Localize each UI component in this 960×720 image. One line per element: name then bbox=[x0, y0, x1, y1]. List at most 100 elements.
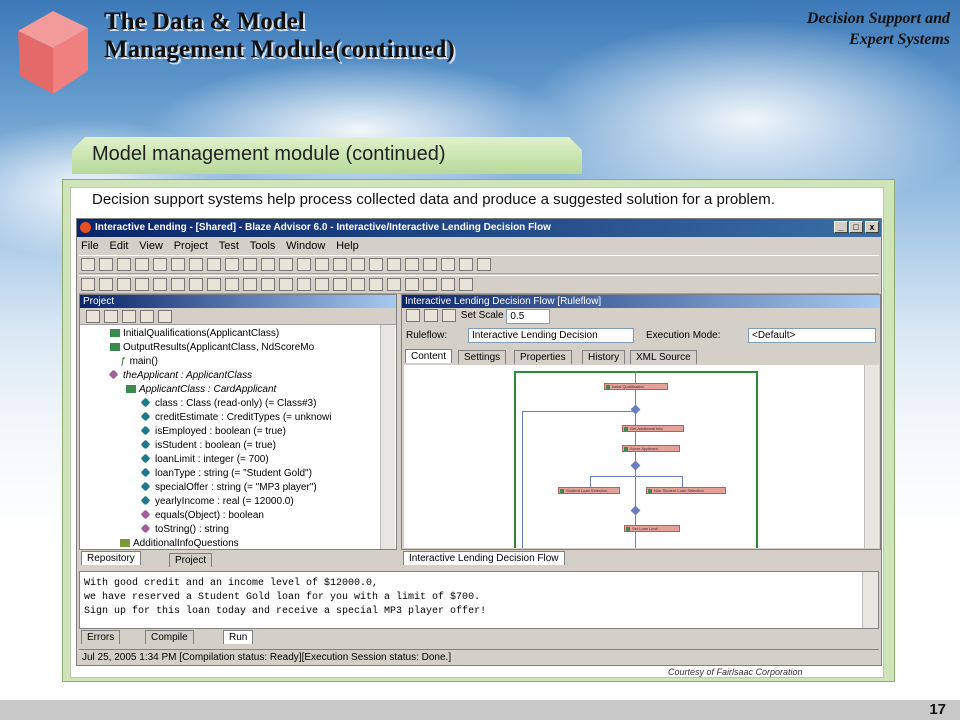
function-icon[interactable] bbox=[387, 258, 401, 271]
flow-canvas[interactable]: Initial Qualification Get Additional Inf… bbox=[404, 365, 864, 548]
flow-node-score-applicant[interactable]: Score Applicant bbox=[622, 445, 680, 452]
arrows-icon[interactable] bbox=[424, 309, 438, 322]
ruleflow-name-input[interactable]: Interactive Lending Decision bbox=[468, 328, 634, 343]
tab-content[interactable]: Content bbox=[405, 349, 453, 363]
view-detail-icon[interactable] bbox=[122, 310, 136, 323]
matrix-icon[interactable] bbox=[369, 258, 383, 271]
enum-icon[interactable] bbox=[441, 258, 455, 271]
report-icon[interactable] bbox=[351, 278, 365, 291]
class-icon[interactable] bbox=[405, 258, 419, 271]
scale-input[interactable]: 0.5 bbox=[506, 309, 551, 324]
options-icon[interactable] bbox=[459, 278, 473, 291]
graph-icon[interactable] bbox=[225, 278, 239, 291]
tab-xml-source[interactable]: XML Source bbox=[630, 350, 697, 364]
forward-icon[interactable] bbox=[477, 258, 491, 271]
view-icon[interactable] bbox=[189, 278, 203, 291]
tree-item[interactable]: theApplicant : ApplicantClass bbox=[108, 369, 252, 382]
pause-icon[interactable] bbox=[117, 278, 131, 291]
menu-help[interactable]: Help bbox=[332, 238, 363, 252]
link-icon[interactable] bbox=[279, 278, 293, 291]
paste-icon[interactable] bbox=[207, 258, 221, 271]
step-icon[interactable] bbox=[153, 278, 167, 291]
run-icon[interactable] bbox=[99, 278, 113, 291]
open-icon[interactable] bbox=[99, 258, 113, 271]
chart-icon[interactable] bbox=[333, 278, 347, 291]
menu-tools[interactable]: Tools bbox=[246, 238, 280, 252]
new-icon[interactable] bbox=[81, 258, 95, 271]
find-icon[interactable] bbox=[279, 258, 293, 271]
export-icon[interactable] bbox=[387, 278, 401, 291]
cut-icon[interactable] bbox=[171, 258, 185, 271]
image-icon[interactable] bbox=[369, 278, 383, 291]
save-all-icon[interactable] bbox=[135, 258, 149, 271]
sort-icon[interactable] bbox=[158, 310, 172, 323]
copy-icon[interactable] bbox=[189, 258, 203, 271]
menu-view[interactable]: View bbox=[135, 238, 167, 252]
variable-icon[interactable] bbox=[423, 258, 437, 271]
undo-icon[interactable] bbox=[243, 258, 257, 271]
tree-item[interactable]: ƒ main() bbox=[120, 356, 158, 368]
redo-icon[interactable] bbox=[261, 258, 275, 271]
save-icon[interactable] bbox=[117, 258, 131, 271]
project-scrollbar[interactable] bbox=[380, 325, 395, 549]
flow-node-student-loan-selection[interactable]: Student Loan Selection bbox=[558, 487, 620, 494]
flow-node-non-student-loan-selection[interactable]: Non Student Loan Selection bbox=[646, 487, 726, 494]
flow-node-initial-qualification[interactable]: Initial Qualification bbox=[604, 383, 668, 390]
refresh-icon[interactable] bbox=[81, 278, 95, 291]
back-icon[interactable] bbox=[459, 258, 473, 271]
tree-item[interactable]: AdditionalInfoQuestions bbox=[120, 538, 239, 550]
close-button[interactable]: x bbox=[865, 221, 879, 233]
flow-node-set-loan-limit[interactable]: Set Loan Limit bbox=[624, 525, 680, 532]
menu-project[interactable]: Project bbox=[170, 238, 212, 252]
tree-item[interactable]: creditEstimate : CreditTypes (= unknowi bbox=[140, 411, 331, 424]
connector-icon[interactable] bbox=[406, 309, 420, 322]
hand-icon[interactable] bbox=[243, 278, 257, 291]
table-icon[interactable] bbox=[333, 258, 347, 271]
tree-item[interactable]: class : Class (read-only) (= Class#3) bbox=[140, 397, 316, 410]
maximize-button[interactable]: □ bbox=[849, 221, 863, 233]
flow-scrollbar[interactable] bbox=[864, 365, 879, 548]
menu-edit[interactable]: Edit bbox=[106, 238, 133, 252]
flow-node-get-additional-info[interactable]: Get Additional Info bbox=[622, 425, 684, 432]
minimize-button[interactable]: _ bbox=[834, 221, 848, 233]
pencil-icon[interactable] bbox=[261, 278, 275, 291]
grid-icon[interactable] bbox=[315, 278, 329, 291]
diagram-icon[interactable] bbox=[297, 278, 311, 291]
tree-item[interactable]: OutputResults(ApplicantClass, NdScoreMo bbox=[110, 342, 314, 354]
tree-item[interactable]: toString() : string bbox=[140, 523, 229, 536]
menu-file[interactable]: File bbox=[77, 238, 103, 252]
import-icon[interactable] bbox=[405, 278, 419, 291]
tab-repository[interactable]: Repository bbox=[81, 551, 141, 565]
tab-settings[interactable]: Settings bbox=[458, 350, 507, 364]
tree-item[interactable]: loanType : string (= "Student Gold") bbox=[140, 467, 312, 480]
settings-icon[interactable] bbox=[423, 278, 437, 291]
menu-test[interactable]: Test bbox=[215, 238, 243, 252]
tree-item[interactable]: equals(Object) : boolean bbox=[140, 509, 264, 522]
print-icon[interactable] bbox=[153, 258, 167, 271]
zoom-icon[interactable] bbox=[442, 309, 456, 322]
tab-project[interactable]: Project bbox=[169, 553, 213, 567]
console-scrollbar[interactable] bbox=[862, 572, 878, 628]
layout-icon[interactable] bbox=[207, 278, 221, 291]
view-list-icon[interactable] bbox=[104, 310, 118, 323]
stop-icon[interactable] bbox=[135, 278, 149, 291]
ruleset-icon[interactable] bbox=[315, 258, 329, 271]
tab-properties[interactable]: Properties bbox=[514, 350, 572, 364]
tab-decision-flow[interactable]: Interactive Lending Decision Flow bbox=[403, 551, 565, 565]
sync-icon[interactable] bbox=[86, 310, 100, 323]
tab-history[interactable]: History bbox=[582, 350, 626, 364]
tree-item[interactable]: ApplicantClass : CardApplicant bbox=[126, 384, 276, 396]
step-over-icon[interactable] bbox=[171, 278, 185, 291]
tree-item[interactable]: InitialQualifications(ApplicantClass) bbox=[110, 328, 279, 340]
expand-icon[interactable] bbox=[140, 310, 154, 323]
tree-item[interactable]: loanLimit : integer (= 700) bbox=[140, 453, 269, 466]
tab-errors[interactable]: Errors bbox=[81, 630, 121, 644]
tree-icon[interactable] bbox=[351, 258, 365, 271]
delete-icon[interactable] bbox=[225, 258, 239, 271]
folder-icon[interactable] bbox=[297, 258, 311, 271]
tree-item[interactable]: isEmployed : boolean (= true) bbox=[140, 425, 286, 438]
tab-compile[interactable]: Compile bbox=[145, 630, 194, 644]
tab-run[interactable]: Run bbox=[223, 630, 254, 644]
tree-item[interactable]: yearlyIncome : real (= 12000.0) bbox=[140, 495, 294, 508]
tree-item[interactable]: specialOffer : string (= "MP3 player") bbox=[140, 481, 317, 494]
